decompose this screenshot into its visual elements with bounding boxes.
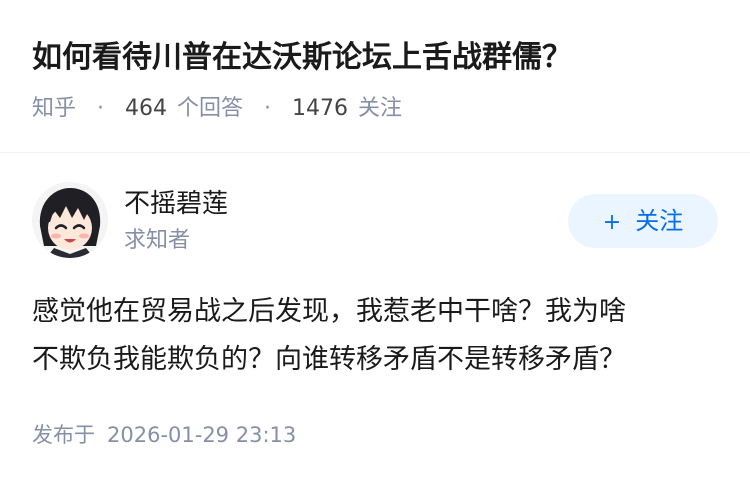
- avatar[interactable]: [32, 182, 108, 258]
- question-header: 如何看待川普在达沃斯论坛上舌战群儒？ 知乎 · 464 个回答 · 1476 关注: [0, 0, 750, 153]
- follower-count: 1476: [292, 96, 349, 121]
- answer-line: 不欺负我能欺负的？向谁转移矛盾不是转移矛盾？: [32, 344, 626, 375]
- source-label[interactable]: 知乎: [32, 96, 76, 121]
- answer-content[interactable]: 感觉他在贸易战之后发现，我惹老中干啥？我为啥 不欺负我能欺负的？向谁转移矛盾不是…: [32, 288, 722, 384]
- author-info: 不摇碧莲 求知者 + 关注: [32, 182, 718, 262]
- follow-button[interactable]: + 关注: [568, 194, 718, 248]
- answer-count: 464: [125, 96, 168, 121]
- follower-count-label: 关注: [358, 96, 403, 121]
- author-role: 求知者: [124, 228, 191, 253]
- question-meta: 知乎 · 464 个回答 · 1476 关注: [32, 94, 402, 124]
- plus-icon: +: [602, 210, 622, 235]
- anime-avatar-icon: [32, 182, 108, 258]
- publish-timestamp: 2026-01-29 23:13: [107, 423, 297, 447]
- publish-info: 发布于 2026-01-29 23:13: [32, 420, 296, 450]
- answer-count-label: 个回答: [177, 96, 244, 121]
- meta-separator: ·: [97, 96, 105, 121]
- follow-label: 关注: [635, 207, 684, 235]
- publish-label: 发布于: [32, 423, 95, 447]
- meta-separator: ·: [264, 96, 272, 121]
- question-title[interactable]: 如何看待川普在达沃斯论坛上舌战群儒？: [32, 36, 572, 80]
- author-name[interactable]: 不摇碧莲: [124, 186, 228, 222]
- answer-line: 感觉他在贸易战之后发现，我惹老中干啥？我为啥: [32, 296, 626, 327]
